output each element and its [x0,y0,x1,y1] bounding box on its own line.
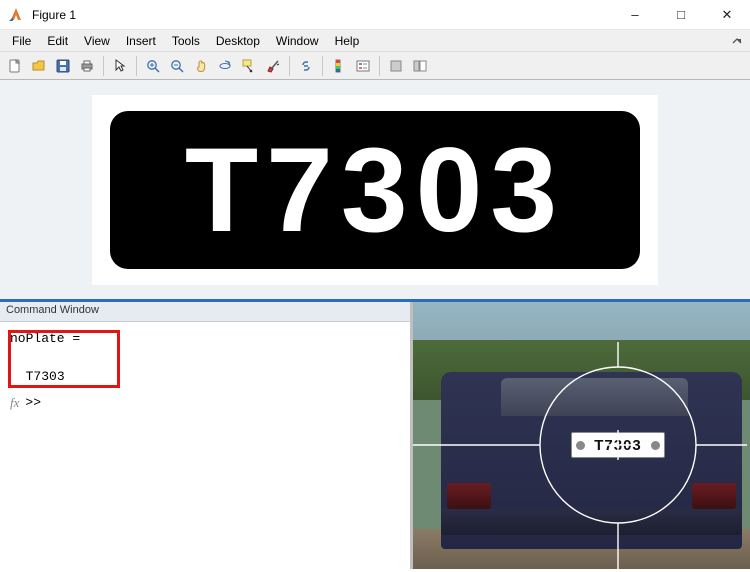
print-figure-button[interactable] [76,55,98,77]
car-license-plate: T7303 [571,432,665,458]
car-photo-panel[interactable]: T7303 [413,302,750,569]
show-plot-tools-button[interactable] [409,55,431,77]
save-figure-button[interactable] [52,55,74,77]
fx-icon[interactable]: fx [10,395,19,411]
menu-window[interactable]: Window [268,32,327,50]
open-file-button[interactable] [28,55,50,77]
figure-canvas[interactable]: T7303 [0,80,750,302]
new-figure-button[interactable] [4,55,26,77]
car-taillight-right [692,483,736,509]
plate-binary-region: T7303 [110,111,640,269]
maximize-button[interactable]: □ [658,0,704,29]
car-taillight-left [447,483,491,509]
close-button[interactable]: ✕ [704,0,750,29]
menu-tools[interactable]: Tools [164,32,208,50]
data-cursor-button[interactable] [238,55,260,77]
car-plate-text: T7303 [594,437,642,454]
dock-chevron-icon[interactable] [728,32,746,50]
menu-insert[interactable]: Insert [118,32,164,50]
pan-button[interactable] [190,55,212,77]
legend-button[interactable] [352,55,374,77]
toolbar [0,52,750,80]
menu-desktop[interactable]: Desktop [208,32,268,50]
link-plot-button[interactable] [295,55,317,77]
minimize-button[interactable]: – [612,0,658,29]
rotate-button[interactable] [214,55,236,77]
brush-button[interactable] [262,55,284,77]
command-window-body[interactable]: noPlate = T7303 fx >> [0,322,410,569]
car-bumper [441,509,742,535]
plate-image: T7303 [92,95,658,285]
highlight-annotation [8,330,120,388]
window-title: Figure 1 [32,8,612,22]
menu-help[interactable]: Help [327,32,368,50]
edit-plot-button[interactable] [109,55,131,77]
zoom-in-button[interactable] [142,55,164,77]
command-prompt: >> [25,395,41,410]
menu-view[interactable]: View [76,32,118,50]
menu-edit[interactable]: Edit [39,32,76,50]
matlab-icon [8,7,24,23]
plate-text-large: T7303 [185,130,565,250]
car-rear-window [501,378,688,416]
title-bar: Figure 1 – □ ✕ [0,0,750,30]
zoom-out-button[interactable] [166,55,188,77]
command-window-panel: Command Window noPlate = T7303 fx >> [0,302,413,569]
colorbar-button[interactable] [328,55,350,77]
car-body [441,372,742,549]
command-window-title: Command Window [0,302,410,322]
hide-plot-tools-button[interactable] [385,55,407,77]
menu-file[interactable]: File [4,32,39,50]
menu-bar: File Edit View Insert Tools Desktop Wind… [0,30,750,52]
